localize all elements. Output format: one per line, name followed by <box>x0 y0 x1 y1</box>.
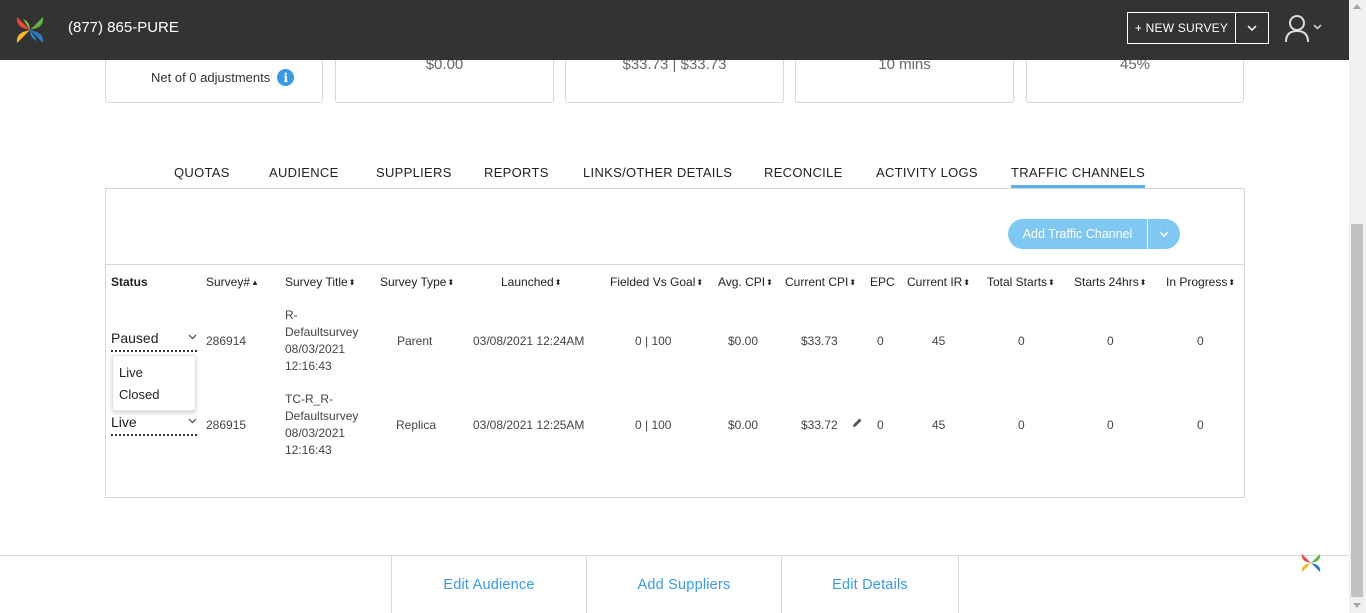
status-select[interactable]: Live <box>111 414 197 436</box>
tab-bar: QUOTAS AUDIENCE SUPPLIERS REPORTS LINKS/… <box>0 165 1349 189</box>
sort-icon[interactable]: ⬍ <box>1228 278 1235 287</box>
col-header-fielded-vs-goal[interactable]: Fielded Vs Goal⬍ <box>610 275 703 289</box>
tab-activity-logs[interactable]: ACTIVITY LOGS <box>876 165 978 180</box>
sort-icon[interactable]: ⬍ <box>963 278 970 287</box>
epc: 0 <box>877 334 884 348</box>
chevron-down-icon[interactable] <box>188 334 197 340</box>
col-header-current-ir[interactable]: Current IR⬍ <box>907 275 970 289</box>
col-header-launched[interactable]: Launched⬍ <box>501 275 561 289</box>
user-avatar-icon[interactable] <box>1284 14 1310 44</box>
sort-icon[interactable]: ⬍ <box>447 278 454 287</box>
brand-logo-icon[interactable] <box>1299 551 1323 575</box>
traffic-channels-panel: Add Traffic Channel Status Survey#▲ Surv… <box>105 188 1245 498</box>
table-divider <box>106 264 1244 265</box>
tab-reports[interactable]: REPORTS <box>484 165 549 180</box>
col-header-current-cpi[interactable]: Current CPI⬍ <box>785 275 856 289</box>
user-menu-chevron-icon[interactable] <box>1313 24 1322 30</box>
col-header-survey-no[interactable]: Survey#▲ <box>206 275 259 289</box>
scroll-down-arrow-icon[interactable] <box>1353 603 1361 608</box>
top-header: (877) 865-PURE + NEW SURVEY <box>0 0 1349 60</box>
tab-links-other-details[interactable]: LINKS/OTHER DETAILS <box>583 165 732 180</box>
current-ir: 45 <box>932 334 946 348</box>
col-header-in-progress[interactable]: In Progress⬍ <box>1166 275 1235 289</box>
survey-title: TC-R_R- Defaultsurvey 08/03/2021 12:16:4… <box>285 392 359 457</box>
status-select[interactable]: Paused <box>111 330 197 352</box>
chevron-down-icon[interactable] <box>1236 13 1268 43</box>
adjustments-info: Net of 0 adjustments i <box>151 69 295 86</box>
sort-icon[interactable]: ⬍ <box>696 278 703 287</box>
sort-icon[interactable]: ⬍ <box>766 278 773 287</box>
info-icon[interactable]: i <box>277 69 295 86</box>
add-traffic-channel-button[interactable]: Add Traffic Channel <box>1008 219 1180 249</box>
tab-reconcile[interactable]: RECONCILE <box>764 165 843 180</box>
brand-logo-icon[interactable] <box>13 13 47 47</box>
col-header-avg-cpi[interactable]: Avg. CPI⬍ <box>718 275 773 289</box>
current-ir: 45 <box>932 418 946 432</box>
new-survey-label[interactable]: + NEW SURVEY <box>1128 13 1236 43</box>
total-starts: 0 <box>1018 334 1025 348</box>
col-header-starts-24hrs[interactable]: Starts 24hrs⬍ <box>1074 275 1146 289</box>
status-option-closed[interactable]: Closed <box>119 387 159 402</box>
chevron-down-icon[interactable] <box>188 418 197 424</box>
survey-title: R- Defaultsurvey 08/03/2021 12:16:43 <box>285 308 359 373</box>
col-header-survey-title[interactable]: Survey Title⬍ <box>285 275 355 289</box>
tab-traffic-channels[interactable]: TRAFFIC CHANNELS <box>1011 165 1146 188</box>
col-header-status: Status <box>111 275 148 289</box>
adjustments-text: Net of 0 adjustments <box>151 70 271 85</box>
col-header-survey-type[interactable]: Survey Type⬍ <box>380 275 454 289</box>
fielded-vs-goal: 0 | 100 <box>635 418 672 432</box>
avg-cpi: $0.00 <box>728 334 759 348</box>
tab-quotas[interactable]: QUOTAS <box>174 165 230 180</box>
edit-pencil-icon[interactable] <box>851 417 863 429</box>
launched-date: 03/08/2021 12:24AM <box>473 334 585 348</box>
status-value[interactable]: Live <box>111 414 137 430</box>
current-cpi: $33.73 <box>801 334 838 348</box>
launched-date: 03/08/2021 12:25AM <box>473 418 585 432</box>
edit-audience-button[interactable]: Edit Audience <box>391 556 586 613</box>
bottom-action-bar: Edit Audience Add Suppliers Edit Details <box>391 556 959 613</box>
tab-audience[interactable]: AUDIENCE <box>269 165 339 180</box>
sort-asc-icon[interactable]: ▲ <box>251 278 259 287</box>
col-header-total-starts[interactable]: Total Starts⬍ <box>987 275 1055 289</box>
current-cpi: $33.72 <box>801 418 838 432</box>
page-scrollbar[interactable] <box>1349 0 1366 613</box>
survey-type: Parent <box>397 334 433 348</box>
add-traffic-channel-label[interactable]: Add Traffic Channel <box>1008 219 1148 249</box>
tab-suppliers[interactable]: SUPPLIERS <box>376 165 452 180</box>
scroll-thumb[interactable] <box>1351 224 1363 597</box>
col-header-epc: EPC <box>870 275 895 289</box>
status-value[interactable]: Paused <box>111 330 158 346</box>
epc: 0 <box>877 418 884 432</box>
status-option-live[interactable]: Live <box>119 365 143 380</box>
fielded-vs-goal: 0 | 100 <box>635 334 672 348</box>
starts-24hrs: 0 <box>1107 334 1114 348</box>
survey-no: 286915 <box>206 418 247 432</box>
chevron-down-icon[interactable] <box>1148 219 1180 249</box>
survey-no: 286914 <box>206 334 247 348</box>
sort-icon[interactable]: ⬍ <box>349 278 356 287</box>
sort-icon[interactable]: ⬍ <box>1048 278 1055 287</box>
total-starts: 0 <box>1018 418 1025 432</box>
starts-24hrs: 0 <box>1107 418 1114 432</box>
in-progress: 0 <box>1197 334 1204 348</box>
in-progress: 0 <box>1197 418 1204 432</box>
new-survey-button[interactable]: + NEW SURVEY <box>1127 12 1269 44</box>
add-suppliers-button[interactable]: Add Suppliers <box>586 556 781 613</box>
sort-icon[interactable]: ⬍ <box>1140 278 1147 287</box>
avg-cpi: $0.00 <box>728 418 759 432</box>
edit-details-button[interactable]: Edit Details <box>781 556 959 613</box>
survey-type: Replica <box>396 418 437 432</box>
status-dropdown-menu: Live Closed <box>112 355 196 411</box>
phone-number: (877) 865-PURE <box>68 19 179 36</box>
sort-icon[interactable]: ⬍ <box>555 278 562 287</box>
scroll-up-arrow-icon[interactable] <box>1353 4 1361 9</box>
sort-icon[interactable]: ⬍ <box>849 278 856 287</box>
